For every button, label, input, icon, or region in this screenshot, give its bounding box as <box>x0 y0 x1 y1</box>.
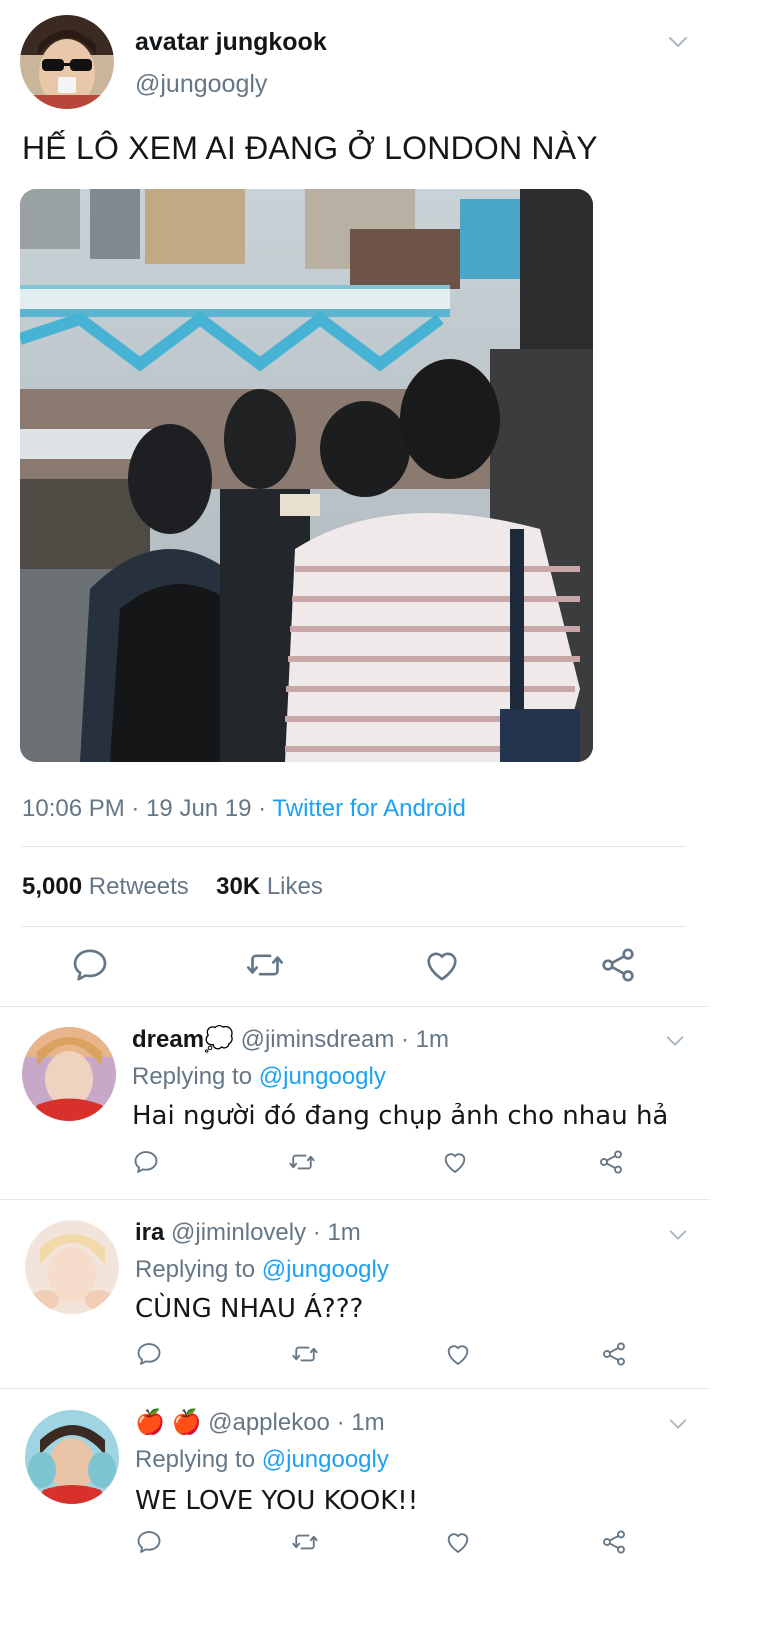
retweet-icon[interactable] <box>291 1528 319 1556</box>
tweet-date: 19 Jun 19 <box>146 795 252 822</box>
retweets-label[interactable]: Retweets <box>89 873 189 900</box>
replying-to-link[interactable]: @jungoogly <box>259 1063 386 1090</box>
share-icon[interactable] <box>598 945 638 985</box>
replying-to-link[interactable]: @jungoogly <box>262 1446 389 1473</box>
reply-text: WE LOVE YOU KOOK!! <box>135 1486 419 1516</box>
meta-separator: · <box>258 795 267 822</box>
heart-icon[interactable] <box>422 945 462 985</box>
heart-icon[interactable] <box>441 1148 469 1176</box>
replying-label: Replying to <box>135 1256 256 1283</box>
divider <box>0 1199 710 1200</box>
divider <box>22 846 686 847</box>
reply-header: ira @jiminlovely · 1m <box>135 1219 361 1247</box>
chevron-down-icon[interactable] <box>666 30 690 54</box>
divider <box>0 1388 710 1389</box>
reply-icon[interactable] <box>132 1148 160 1176</box>
replying-label: Replying to <box>135 1446 256 1473</box>
reply-header: dream💭 @jiminsdream · 1m <box>132 1025 449 1054</box>
reply-avatar[interactable] <box>25 1220 119 1314</box>
author-name[interactable]: avatar jungkook <box>135 28 327 57</box>
reply-time: 1m <box>415 1026 450 1053</box>
divider <box>22 926 686 927</box>
retweets-count[interactable]: 5,000 <box>22 873 82 900</box>
reply-icon[interactable] <box>135 1528 163 1556</box>
share-icon[interactable] <box>600 1528 628 1556</box>
reply-icon[interactable] <box>70 945 110 985</box>
replying-to: Replying to @jungoogly <box>132 1063 386 1091</box>
reply-author-handle[interactable]: @applekoo <box>208 1409 330 1436</box>
likes-count[interactable]: 30K <box>216 873 260 900</box>
likes-label[interactable]: Likes <box>267 873 323 900</box>
tweet-time: 10:06 PM <box>22 795 125 822</box>
meta-separator: · <box>312 1219 321 1246</box>
replying-to-link[interactable]: @jungoogly <box>262 1256 389 1283</box>
heart-icon[interactable] <box>444 1340 472 1368</box>
heart-icon[interactable] <box>444 1528 472 1556</box>
reply-text: CÙNG NHAU Á??? <box>135 1294 364 1324</box>
reply-author-handle[interactable]: @jiminsdream <box>241 1026 395 1053</box>
retweet-icon[interactable] <box>288 1148 316 1176</box>
author-avatar[interactable] <box>20 15 114 109</box>
replying-to: Replying to @jungoogly <box>135 1446 389 1474</box>
reply-icon[interactable] <box>135 1340 163 1368</box>
reply-avatar[interactable] <box>25 1410 119 1504</box>
tweet-stats: 5,000 Retweets 30K Likes <box>22 873 323 901</box>
meta-separator: · <box>401 1026 409 1053</box>
reply-header: 🍎 🍎 @applekoo · 1m <box>135 1408 385 1437</box>
chevron-down-icon[interactable] <box>667 1413 689 1435</box>
reply-text: Hai người đó đang chụp ảnh cho nhau hả <box>132 1101 669 1131</box>
reply-author-name[interactable]: dream💭 <box>132 1026 234 1053</box>
reply-time: 1m <box>327 1219 361 1246</box>
reply-author-name[interactable]: ira <box>135 1219 164 1246</box>
share-icon[interactable] <box>600 1340 628 1368</box>
tweet-photo[interactable] <box>20 189 593 762</box>
reply-author-handle[interactable]: @jiminlovely <box>171 1219 306 1246</box>
author-handle[interactable]: @jungoogly <box>135 70 267 99</box>
chevron-down-icon[interactable] <box>667 1224 689 1246</box>
meta-separator: · <box>336 1409 345 1436</box>
tweet-source-link[interactable]: Twitter for Android <box>272 795 465 822</box>
replying-to: Replying to @jungoogly <box>135 1256 389 1284</box>
retweet-icon[interactable] <box>245 945 285 985</box>
retweet-icon[interactable] <box>291 1340 319 1368</box>
share-icon[interactable] <box>597 1148 625 1176</box>
tweet-meta: 10:06 PM · 19 Jun 19 · Twitter for Andro… <box>22 795 466 823</box>
meta-separator: · <box>131 795 140 822</box>
reply-author-name[interactable]: 🍎 🍎 <box>135 1409 201 1436</box>
divider <box>0 1006 708 1007</box>
tweet-text: HẾ LÔ XEM AI ĐANG Ở LONDON NÀY <box>22 130 598 166</box>
reply-avatar[interactable] <box>22 1027 116 1121</box>
reply-time: 1m <box>351 1409 385 1436</box>
replying-label: Replying to <box>132 1063 253 1090</box>
chevron-down-icon[interactable] <box>664 1030 686 1052</box>
